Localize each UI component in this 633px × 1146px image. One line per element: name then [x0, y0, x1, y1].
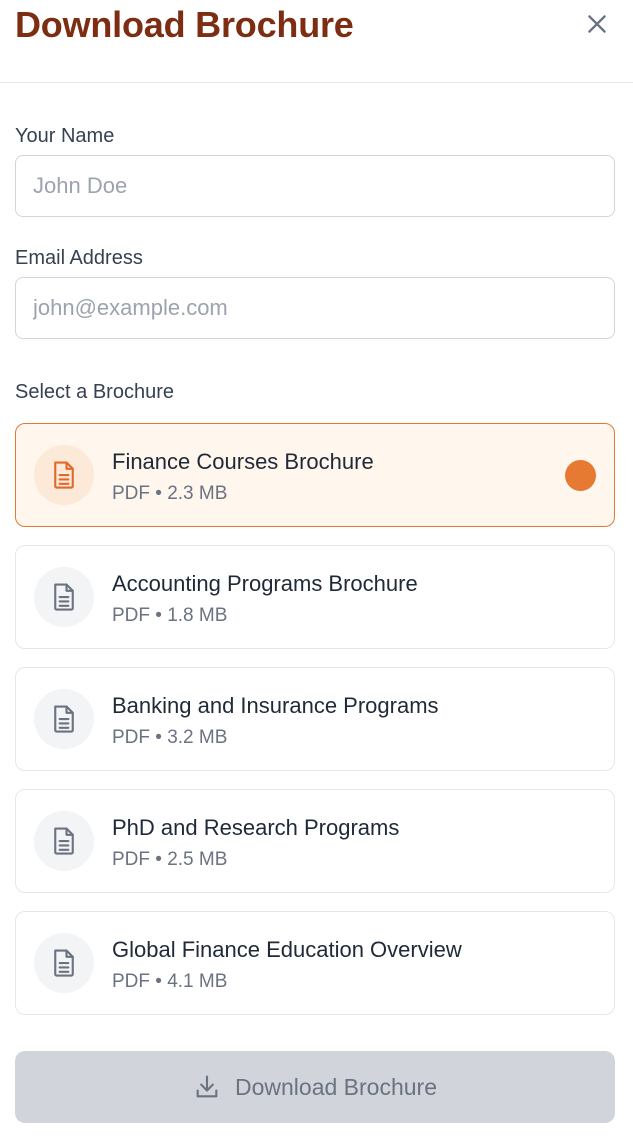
name-label: Your Name: [15, 125, 115, 147]
brochure-card[interactable]: Accounting Programs Brochure PDF • 1.8 MB: [15, 545, 615, 649]
selected-indicator: [565, 460, 596, 491]
download-button-label: Download Brochure: [234, 1073, 437, 1100]
document-icon: [54, 827, 74, 855]
brochure-title: Accounting Programs Brochure: [112, 571, 418, 596]
brochure-section-label: Select a Brochure: [15, 381, 174, 403]
brochure-meta: PDF • 3.2 MB: [112, 727, 228, 748]
brochure-icon-badge: [34, 811, 94, 871]
document-icon: [54, 949, 74, 977]
brochure-meta: PDF • 2.3 MB: [112, 483, 228, 504]
brochure-icon-badge: [34, 445, 94, 505]
document-icon: [54, 705, 74, 733]
brochure-title: Finance Courses Brochure: [112, 449, 374, 474]
brochure-meta: PDF • 2.5 MB: [112, 849, 228, 870]
brochure-meta: PDF • 4.1 MB: [112, 971, 228, 992]
brochure-card[interactable]: Banking and Insurance Programs PDF • 3.2 …: [15, 667, 615, 771]
close-icon: [588, 15, 606, 33]
brochure-meta: PDF • 1.8 MB: [112, 605, 228, 626]
document-icon: [54, 461, 74, 489]
name-input[interactable]: [15, 155, 615, 217]
document-icon: [54, 583, 74, 611]
download-icon: [196, 1075, 218, 1098]
brochure-title: PhD and Research Programs: [112, 815, 400, 840]
brochure-card[interactable]: PhD and Research Programs PDF • 2.5 MB: [15, 789, 615, 893]
brochure-card[interactable]: Global Finance Education Overview PDF • 4…: [15, 911, 615, 1015]
brochure-card[interactable]: Finance Courses Brochure PDF • 2.3 MB: [15, 423, 615, 527]
brochure-icon-badge: [34, 933, 94, 993]
dialog-header: Download Brochure: [0, 0, 633, 83]
email-label: Email Address: [15, 247, 143, 269]
brochure-title: Banking and Insurance Programs: [112, 693, 439, 718]
dialog-title: Download Brochure: [15, 4, 354, 45]
email-input[interactable]: [15, 277, 615, 339]
close-button[interactable]: [581, 8, 613, 40]
download-button[interactable]: Download Brochure: [15, 1051, 615, 1123]
brochure-icon-badge: [34, 567, 94, 627]
brochure-icon-badge: [34, 689, 94, 749]
brochure-title: Global Finance Education Overview: [112, 937, 462, 962]
